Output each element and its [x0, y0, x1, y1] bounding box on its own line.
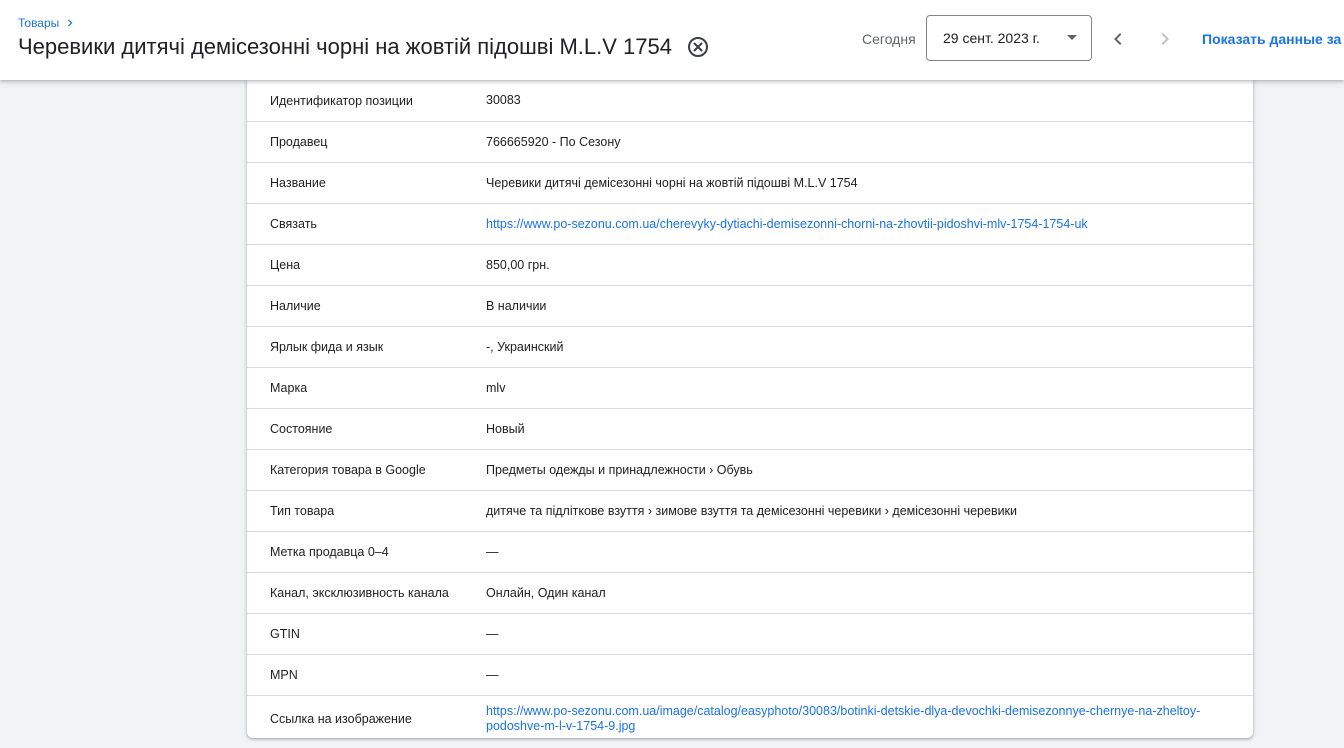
detail-label: Название: [270, 176, 326, 190]
cancel-circle-icon: [687, 37, 708, 57]
breadcrumb-products-link[interactable]: Товары: [18, 16, 59, 30]
detail-label: Цена: [270, 258, 301, 272]
detail-row-brand: Марка mlv: [247, 368, 1253, 409]
detail-value: mlv: [486, 380, 506, 395]
breadcrumb[interactable]: Товары: [18, 16, 77, 30]
detail-value: Новый: [486, 421, 525, 436]
date-value: 29 сент. 2023 г.: [943, 30, 1040, 46]
today-label: Сегодня: [862, 31, 916, 47]
detail-label: Связать: [270, 217, 317, 231]
detail-row-gtin: GTIN —: [247, 614, 1253, 655]
image-link[interactable]: https://www.po-sezonu.com.ua/image/catal…: [486, 696, 1203, 738]
detail-value: Черевики дитячі демісезонні чорні на жов…: [486, 175, 858, 190]
detail-label: Наличие: [270, 299, 321, 313]
caret-down-icon: [1067, 35, 1077, 40]
detail-label: Состояние: [270, 422, 333, 436]
chevron-left-icon: [1114, 33, 1122, 45]
detail-value: -, Украинский: [486, 339, 564, 354]
page-title: Черевики дитячі демісезонні чорні на жов…: [18, 34, 672, 59]
date-dropdown[interactable]: 29 сент. 2023 г.: [926, 15, 1092, 61]
detail-row-price: Цена 850,00 грн.: [247, 245, 1253, 286]
clear-button[interactable]: [686, 35, 710, 59]
detail-row-name: Название Черевики дитячі демісезонні чор…: [247, 163, 1253, 204]
detail-row-condition: Состояние Новый: [247, 409, 1253, 450]
detail-row-link: Связать https://www.po-sezonu.com.ua/che…: [247, 204, 1253, 245]
show-data-button[interactable]: Показать данные за п: [1202, 31, 1344, 47]
detail-row-channel: Канал, эксклюзивность канала Онлайн, Оди…: [247, 573, 1253, 614]
detail-label: Продавец: [270, 135, 328, 149]
detail-value: 850,00 грн.: [486, 257, 550, 272]
detail-row-availability: Наличие В наличии: [247, 286, 1253, 327]
detail-label: MPN: [270, 668, 298, 682]
detail-row-item-id: Идентификатор позиции 30083: [247, 80, 1253, 122]
detail-label: Идентификатор позиции: [270, 93, 413, 108]
detail-label: Канал, эксклюзивность канала: [270, 586, 449, 600]
detail-value: —: [486, 626, 499, 641]
detail-row-mpn: MPN —: [247, 655, 1253, 696]
detail-row-feed-label: Ярлык фида и язык -, Украинский: [247, 327, 1253, 368]
product-details-card: Идентификатор позиции 30083 Продавец 766…: [247, 80, 1253, 738]
detail-label: Категория товара в Google: [270, 463, 426, 477]
page-header: Товары Черевики дитячі демісезонні чорні…: [0, 0, 1344, 80]
detail-row-google-category: Категория товара в Google Предметы одежд…: [247, 450, 1253, 491]
detail-label: Ссылка на изображение: [270, 711, 412, 726]
detail-value: В наличии: [486, 298, 547, 313]
next-date-button[interactable]: [1153, 27, 1177, 51]
detail-value: Предметы одежды и принадлежности › Обувь: [486, 462, 753, 477]
detail-label: Марка: [270, 381, 308, 395]
previous-date-button[interactable]: [1106, 27, 1130, 51]
detail-row-seller: Продавец 766665920 - По Сезону: [247, 122, 1253, 163]
detail-label: Тип товара: [270, 504, 335, 518]
detail-value: Онлайн, Один канал: [486, 585, 606, 600]
title-row: Черевики дитячі демісезонні чорні на жов…: [18, 34, 710, 60]
chevron-right-icon: [68, 19, 73, 27]
detail-value: 766665920 - По Сезону: [486, 134, 621, 149]
detail-row-custom-label: Метка продавца 0–4 —: [247, 532, 1253, 573]
detail-label: Ярлык фида и язык: [270, 340, 384, 354]
detail-value: дитяче та підліткове взуття › зимове взу…: [486, 503, 1018, 518]
detail-value: 30083: [486, 93, 521, 107]
detail-value: —: [486, 667, 499, 682]
detail-row-image-link: Ссылка на изображение https://www.po-sez…: [247, 696, 1253, 738]
product-link[interactable]: https://www.po-sezonu.com.ua/cherevyky-d…: [486, 204, 1203, 244]
detail-label: GTIN: [270, 627, 300, 641]
detail-value: —: [486, 544, 499, 559]
detail-label: Метка продавца 0–4: [270, 545, 389, 559]
detail-row-product-type: Тип товара дитяче та підліткове взуття ›…: [247, 491, 1253, 532]
chevron-right-icon: [1161, 33, 1169, 45]
